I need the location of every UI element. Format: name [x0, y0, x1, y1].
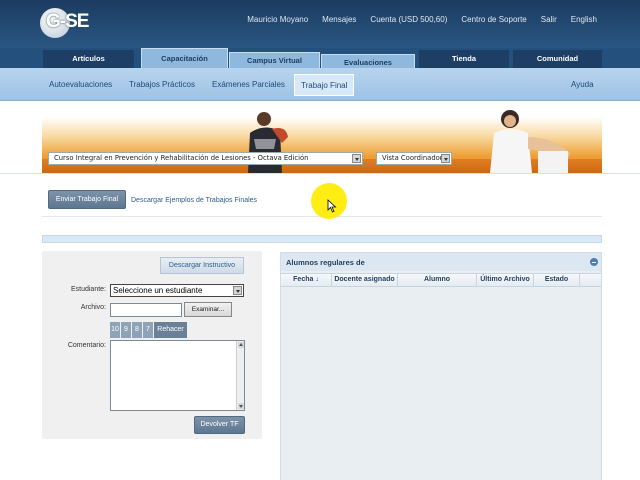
file-label: Archivo: — [80, 304, 106, 311]
messages-link[interactable]: Mensajes — [322, 15, 356, 24]
students-panel-title: Alumnos regulares de — [286, 258, 365, 267]
file-input[interactable] — [110, 303, 182, 317]
student-select-value: Seleccione un estudiante — [113, 286, 203, 295]
course-select-value: Curso Integral en Prevención y Rehabilit… — [54, 154, 309, 162]
submission-form: Descargar Instructivo Estudiante: Selecc… — [42, 251, 262, 439]
students-grid-header: Fecha ↓ Docente asignado Alumno Último A… — [281, 273, 601, 287]
grade-10-button[interactable]: 10 — [110, 322, 121, 338]
grade-selector: 10 9 8 7 Rehacer — [110, 322, 188, 338]
subnav-trabajo-final[interactable]: Trabajo Final — [294, 74, 355, 96]
tab-comunidad[interactable]: Comunidad — [513, 50, 602, 68]
column-docente[interactable]: Docente asignado — [332, 274, 398, 286]
download-instructive-button[interactable]: Descargar Instructivo — [160, 257, 244, 274]
logout-link[interactable]: Salir — [541, 15, 557, 24]
section-bar — [42, 235, 602, 243]
view-select[interactable]: Vista Coordinador — [376, 152, 452, 165]
students-panel-header: Alumnos regulares de — [281, 253, 601, 271]
course-banner: Curso Integral en Prevención y Rehabilit… — [42, 107, 602, 173]
chevron-down-icon — [352, 154, 361, 163]
therapist-image — [490, 110, 570, 173]
support-link[interactable]: Centro de Soporte — [461, 15, 526, 24]
column-fecha[interactable]: Fecha ↓ — [281, 274, 332, 286]
chevron-down-icon — [441, 154, 450, 163]
grade-9-button[interactable]: 9 — [121, 322, 132, 338]
scroll-up-icon[interactable] — [238, 342, 244, 348]
language-link[interactable]: English — [571, 15, 597, 24]
browse-button[interactable]: Examinar... — [184, 302, 232, 317]
comment-scrollbar[interactable] — [236, 341, 244, 410]
main-tabs: Artículos Capacitación Campus Virtual Ev… — [0, 48, 640, 70]
student-label: Estudiante: — [70, 286, 106, 293]
grade-8-button[interactable]: 8 — [132, 322, 143, 338]
submit-final-button[interactable]: Enviar Trabajo Final — [48, 190, 126, 209]
scroll-down-icon[interactable] — [238, 403, 244, 409]
course-select[interactable]: Curso Integral en Prevención y Rehabilit… — [48, 152, 363, 165]
tab-capacitacion[interactable]: Capacitación — [141, 48, 228, 70]
subnav-examenes-parciales[interactable]: Exámenes Parciales — [212, 80, 285, 89]
sub-nav: Autoevaluaciones Trabajos Prácticos Exám… — [0, 68, 640, 101]
mouse-cursor-icon — [327, 199, 337, 213]
top-nav: Mauricio Moyano Mensajes Cuenta (USD 500… — [233, 15, 597, 24]
column-ultimo-archivo[interactable]: Último Archivo — [477, 274, 534, 286]
app-window: G-SE Mauricio Moyano Mensajes Cuenta (US… — [0, 0, 640, 480]
download-examples-link[interactable]: Descargar Ejemplos de Trabajos Finales — [131, 197, 257, 204]
tab-tienda[interactable]: Tienda — [419, 50, 509, 68]
comment-label: Comentario: — [67, 342, 106, 349]
help-link[interactable]: Ayuda — [571, 80, 594, 89]
logo-text: G-SE — [46, 11, 89, 32]
comment-textarea[interactable] — [110, 340, 245, 411]
user-name-link[interactable]: Mauricio Moyano — [247, 15, 308, 24]
chevron-down-icon — [233, 286, 242, 295]
return-tf-button[interactable]: Devolver TF — [194, 416, 245, 434]
gse-logo[interactable]: G-SE — [40, 8, 98, 38]
top-header: G-SE Mauricio Moyano Mensajes Cuenta (US… — [0, 0, 640, 48]
student-select[interactable]: Seleccione un estudiante — [110, 284, 244, 297]
tab-campus-virtual[interactable]: Campus Virtual — [229, 52, 320, 68]
column-estado[interactable]: Estado — [534, 274, 580, 286]
subnav-trabajos-practicos[interactable]: Trabajos Prácticos — [129, 80, 195, 89]
column-alumno[interactable]: Alumno — [398, 274, 477, 286]
account-link[interactable]: Cuenta (USD 500,60) — [370, 15, 447, 24]
collapse-icon[interactable] — [590, 258, 598, 266]
grade-7-button[interactable]: 7 — [143, 322, 154, 338]
tab-articulos[interactable]: Artículos — [43, 50, 134, 68]
students-panel: Alumnos regulares de Fecha ↓ Docente asi… — [280, 252, 602, 480]
redo-button[interactable]: Rehacer — [154, 322, 188, 338]
view-select-value: Vista Coordinador — [382, 154, 443, 162]
subnav-autoevaluaciones[interactable]: Autoevaluaciones — [49, 80, 112, 89]
divider — [0, 173, 640, 174]
